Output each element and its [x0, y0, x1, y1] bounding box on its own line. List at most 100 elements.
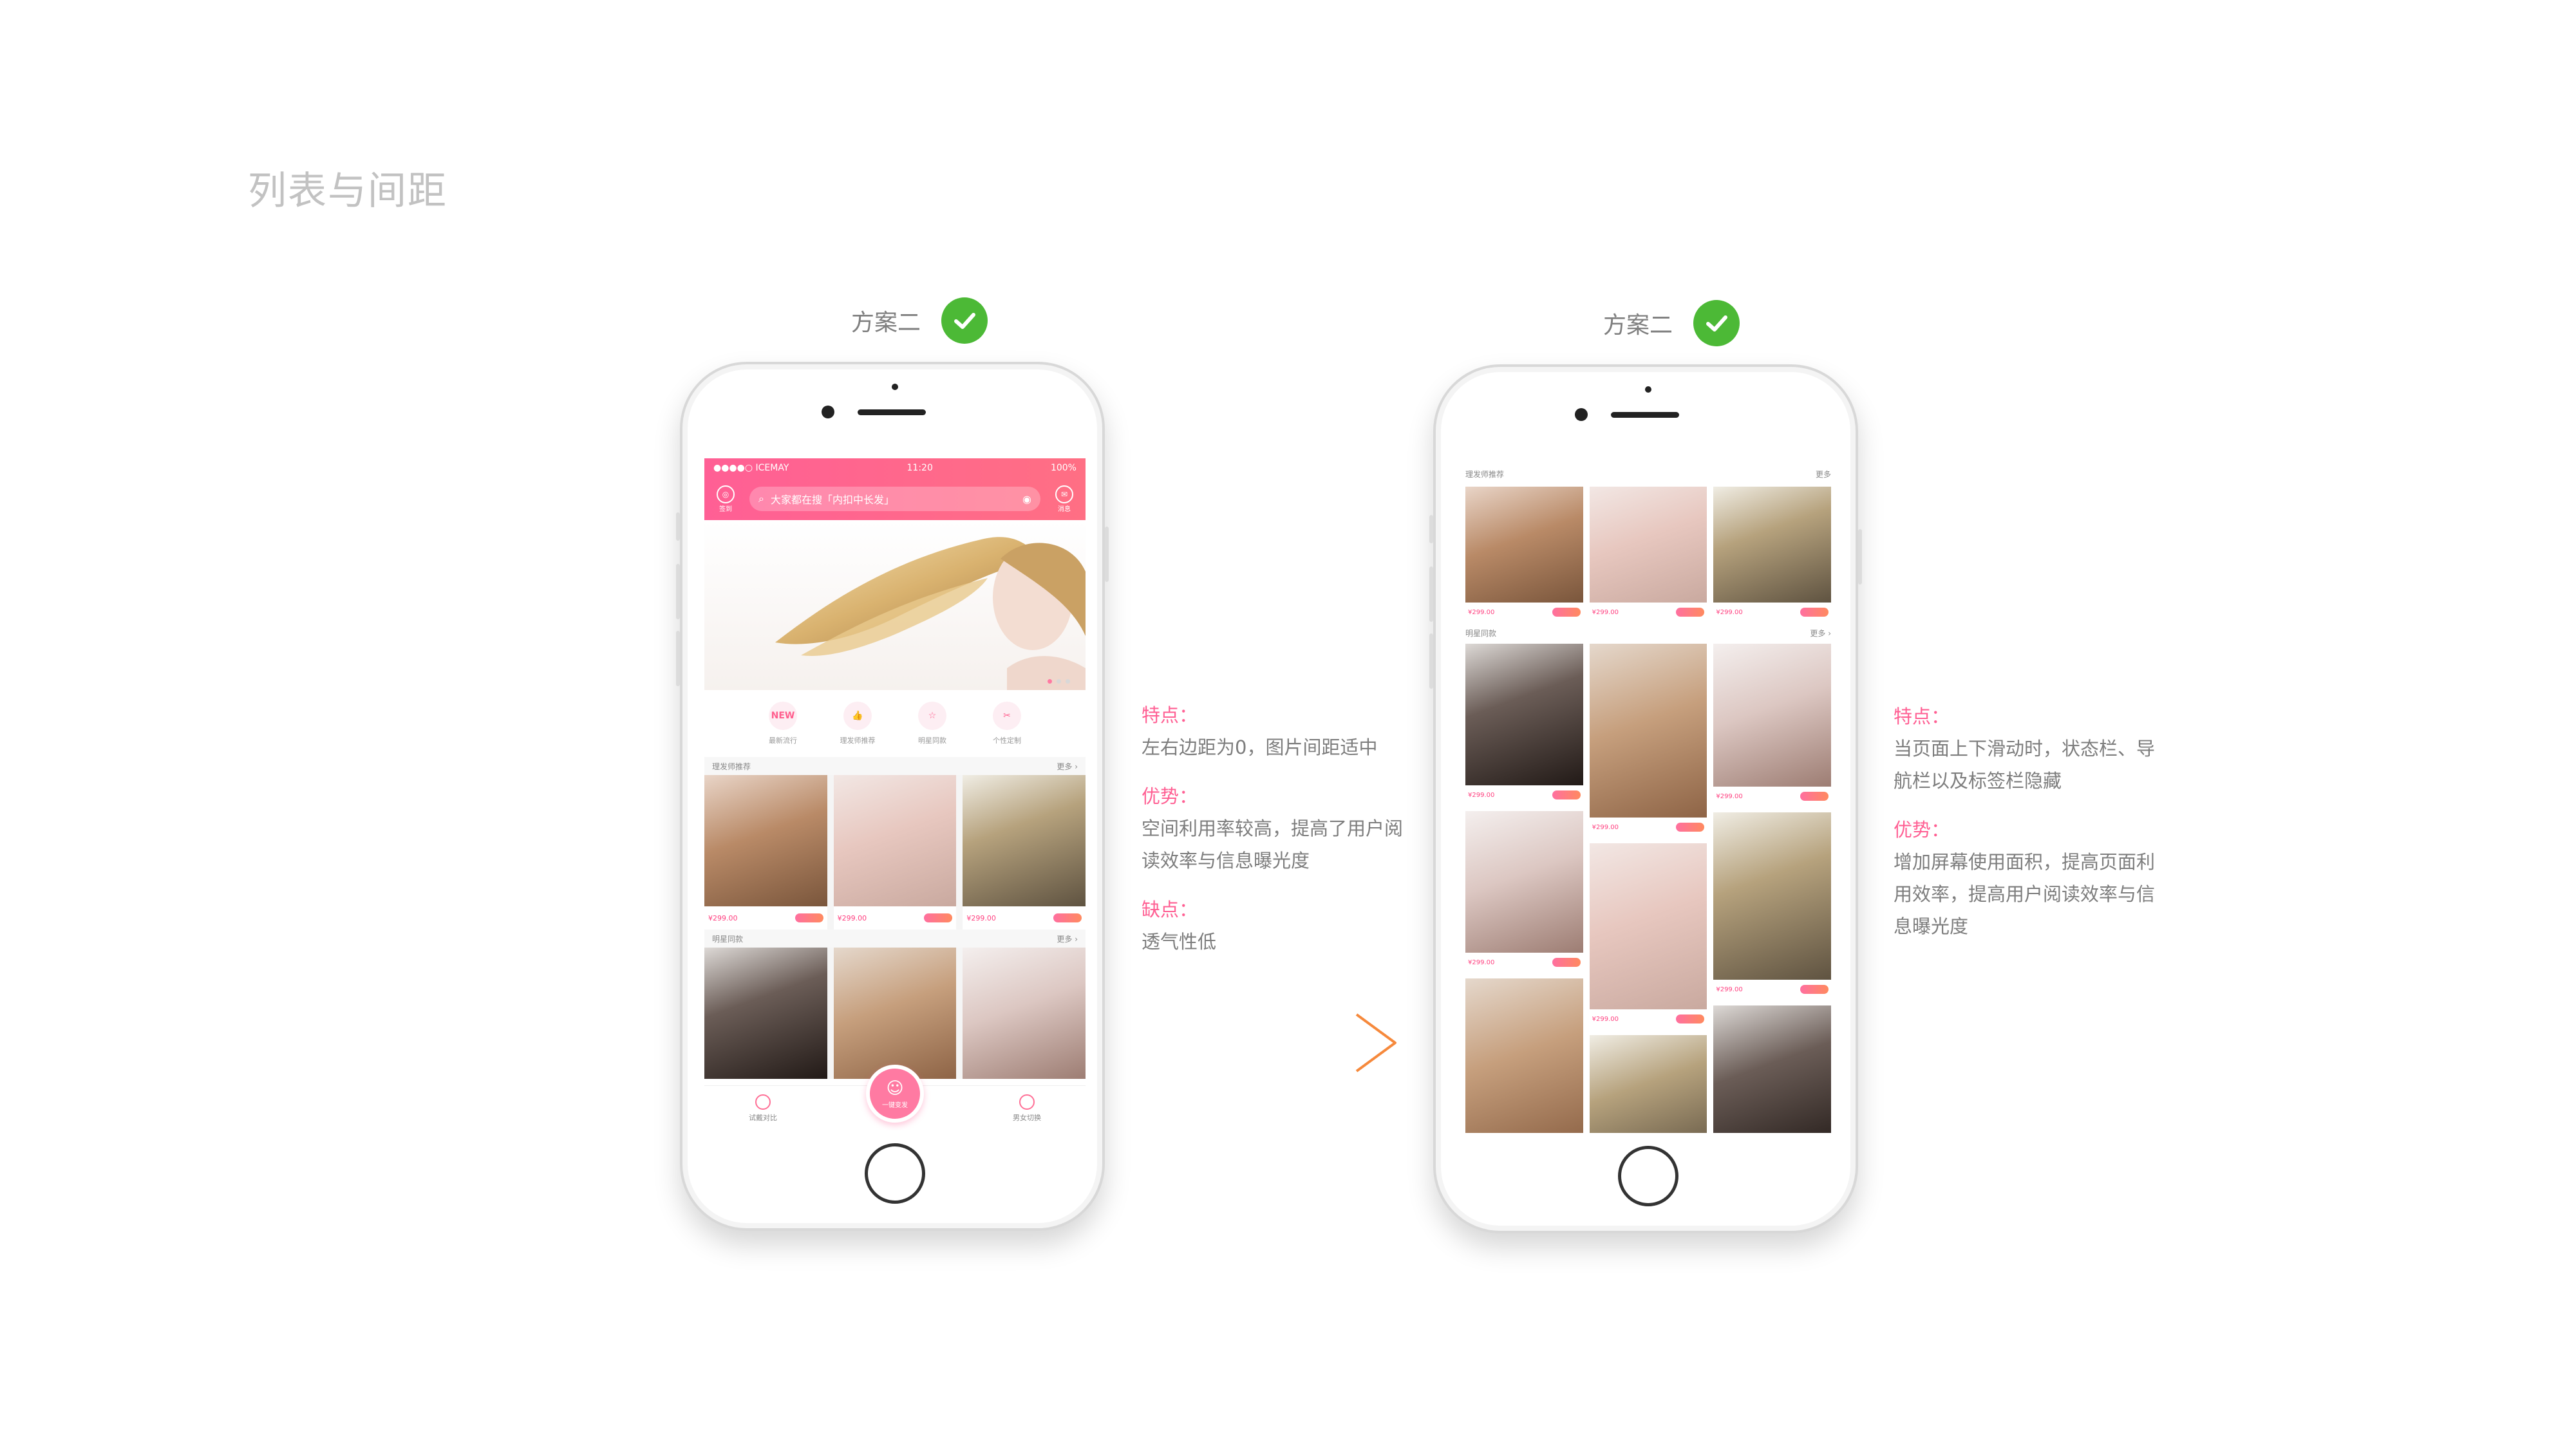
try-on-pill[interactable] [1552, 958, 1581, 967]
left-phone-mockup: ●●●●○ ICEMAY 11:20 100% ◎ 签到 ⌕ 大家都在搜「内扣中… [676, 362, 1109, 1231]
product-photo [1713, 644, 1832, 787]
product-photo [1713, 1005, 1832, 1133]
tab-label: 试戴对比 [749, 1113, 777, 1122]
product-card[interactable] [1465, 978, 1583, 1133]
product-photo [963, 948, 1086, 1079]
product-card[interactable]: ¥299.00 [1589, 487, 1707, 622]
camera-icon[interactable]: ◉ [1022, 493, 1031, 505]
category-stylist-recommend[interactable]: 👍 理发师推荐 [834, 702, 881, 745]
right-plan-label: 方案二 [1603, 312, 1673, 339]
price-text: ¥299.00 [1592, 823, 1619, 831]
grid-column: ¥299.00 [1465, 487, 1583, 622]
category-celebrity[interactable]: ☆ 明星同款 [909, 702, 955, 745]
price-row: ¥299.00 [1590, 818, 1707, 837]
try-on-pill[interactable] [1800, 608, 1829, 617]
try-on-pill[interactable] [1800, 792, 1829, 801]
front-camera [1575, 408, 1588, 421]
more-link[interactable]: 更多 [1816, 469, 1831, 480]
right-plan-header: 方案二 [1603, 300, 1740, 346]
try-on-pill[interactable] [1053, 913, 1082, 922]
more-link[interactable]: 更多 › [1057, 933, 1078, 944]
product-photo [1465, 811, 1583, 953]
proximity-sensor [892, 384, 898, 390]
volume-up-button [1429, 566, 1433, 622]
product-photo [1465, 978, 1583, 1133]
one-click-restyle-button[interactable]: ☺ 一键变发 [866, 1065, 924, 1123]
banner-indicator [1048, 679, 1070, 684]
category-row: NEW 最新流行 👍 理发师推荐 ☆ 明星同款 ✂ 个性定制 [704, 690, 1086, 757]
notes-text: 透气性低 [1142, 931, 1217, 953]
product-card[interactable] [963, 948, 1086, 1079]
price-row: ¥299.00 [1465, 603, 1583, 622]
product-card[interactable]: ¥299.00 [963, 775, 1086, 930]
tab-try-on[interactable]: 试戴对比 [749, 1094, 777, 1123]
search-input[interactable]: ⌕ 大家都在搜「内扣中长发」 ◉ [749, 487, 1040, 511]
more-link[interactable]: 更多 › [1057, 761, 1078, 772]
banner-dot[interactable] [1048, 679, 1052, 684]
notes-title: 缺点： [1142, 899, 1198, 921]
category-label: 个性定制 [993, 736, 1021, 745]
search-icon: ⌕ [758, 492, 764, 505]
banner-dot[interactable] [1057, 679, 1061, 684]
gender-switch-icon [1019, 1094, 1035, 1110]
product-card[interactable]: ¥299.00 [1713, 812, 1832, 999]
product-card[interactable] [1589, 1035, 1707, 1133]
product-card[interactable] [1713, 1005, 1832, 1133]
try-on-pill[interactable] [1552, 790, 1581, 799]
try-on-pill[interactable] [1676, 823, 1705, 832]
message-button[interactable]: ✉ 消息 [1049, 485, 1079, 513]
grid-column: ¥299.00 [1589, 487, 1707, 622]
product-card[interactable]: ¥299.00 [1465, 487, 1583, 622]
banner-dot[interactable] [1066, 679, 1070, 684]
category-custom[interactable]: ✂ 个性定制 [984, 702, 1030, 745]
try-on-pill[interactable] [1800, 985, 1829, 994]
product-card[interactable] [704, 948, 827, 1079]
product-card[interactable] [833, 948, 957, 1079]
message-label: 消息 [1058, 505, 1071, 513]
product-photo [1589, 644, 1707, 818]
price-text: ¥299.00 [1716, 986, 1743, 993]
price-text: ¥299.00 [1716, 792, 1743, 800]
product-card[interactable]: ¥299.00 [1465, 644, 1583, 805]
power-button [1858, 529, 1862, 584]
try-on-pill[interactable] [1676, 608, 1705, 617]
product-card[interactable]: ¥299.00 [704, 775, 827, 930]
right-screen: 理发师推荐 更多 ¥299.00 ¥299.00 ¥299.00 明星同款 更多… [1458, 461, 1839, 1133]
more-link[interactable]: 更多 › [1810, 628, 1831, 639]
hair-banner-image [775, 537, 1086, 690]
home-button[interactable] [1618, 1146, 1678, 1206]
right-notes: 特点： 当页面上下滑动时，状态栏、导 航栏以及标签栏隐藏 优势： 增加屏幕使用面… [1894, 700, 2155, 942]
try-on-pill[interactable] [794, 913, 823, 922]
product-photo [1713, 487, 1832, 603]
category-latest[interactable]: NEW 最新流行 [760, 702, 806, 745]
grid-column: ¥299.00 ¥299.00 [1589, 644, 1707, 1133]
price-text: ¥299.00 [1592, 608, 1619, 616]
try-on-pill[interactable] [924, 913, 953, 922]
price-text: ¥299.00 [1468, 791, 1495, 799]
price-text: ¥299.00 [1468, 958, 1495, 966]
try-on-pill[interactable] [1552, 608, 1581, 617]
notes-text: 航栏以及标签栏隐藏 [1894, 770, 2062, 792]
home-button[interactable] [865, 1143, 925, 1204]
proximity-sensor [1645, 386, 1651, 393]
product-card[interactable]: ¥299.00 [1713, 487, 1832, 622]
price-row: ¥299.00 [1590, 603, 1707, 622]
volume-down-button [1429, 633, 1433, 689]
product-card[interactable]: ¥299.00 [1713, 644, 1832, 806]
front-camera [822, 406, 834, 418]
notes-text: 当页面上下滑动时，状态栏、导 [1894, 738, 2156, 760]
product-card[interactable]: ¥299.00 [1589, 843, 1707, 1029]
price-text: ¥299.00 [1468, 608, 1495, 616]
try-on-pill[interactable] [1676, 1014, 1705, 1024]
power-button [1105, 527, 1109, 582]
product-card[interactable]: ¥299.00 [1589, 644, 1707, 837]
hero-banner[interactable] [704, 520, 1086, 690]
product-card[interactable]: ¥299.00 [1465, 811, 1583, 972]
product-card[interactable]: ¥299.00 [833, 775, 957, 930]
volume-up-button [676, 564, 680, 619]
transition-arrow-icon [1144, 1013, 1396, 1072]
tab-gender-switch[interactable]: 男女切换 [1013, 1094, 1041, 1123]
checkin-button[interactable]: ◎ 签到 [711, 485, 740, 513]
product-photo [963, 775, 1086, 906]
notes-title: 优势： [1894, 819, 1950, 841]
